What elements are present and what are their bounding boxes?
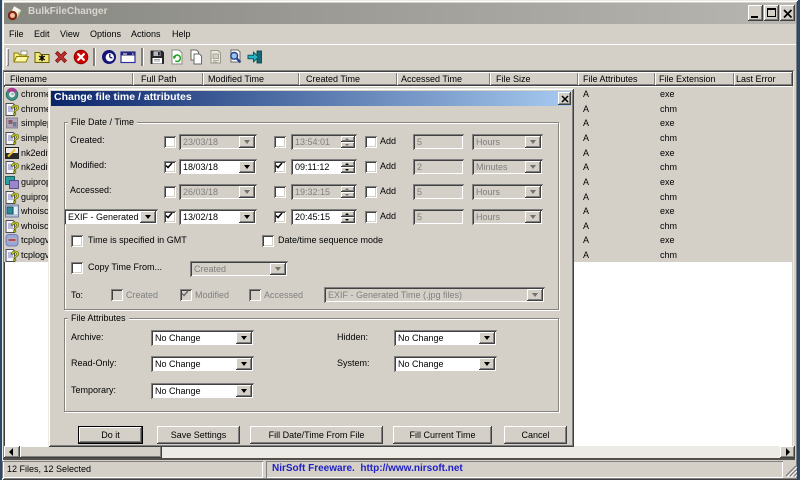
svg-text:?: ? [11, 102, 20, 117]
svg-text:?: ? [11, 190, 20, 205]
svg-text:?: ? [11, 248, 20, 263]
svg-text:?: ? [11, 219, 20, 234]
svg-text:?: ? [11, 160, 20, 175]
svg-text:?: ? [11, 131, 20, 146]
